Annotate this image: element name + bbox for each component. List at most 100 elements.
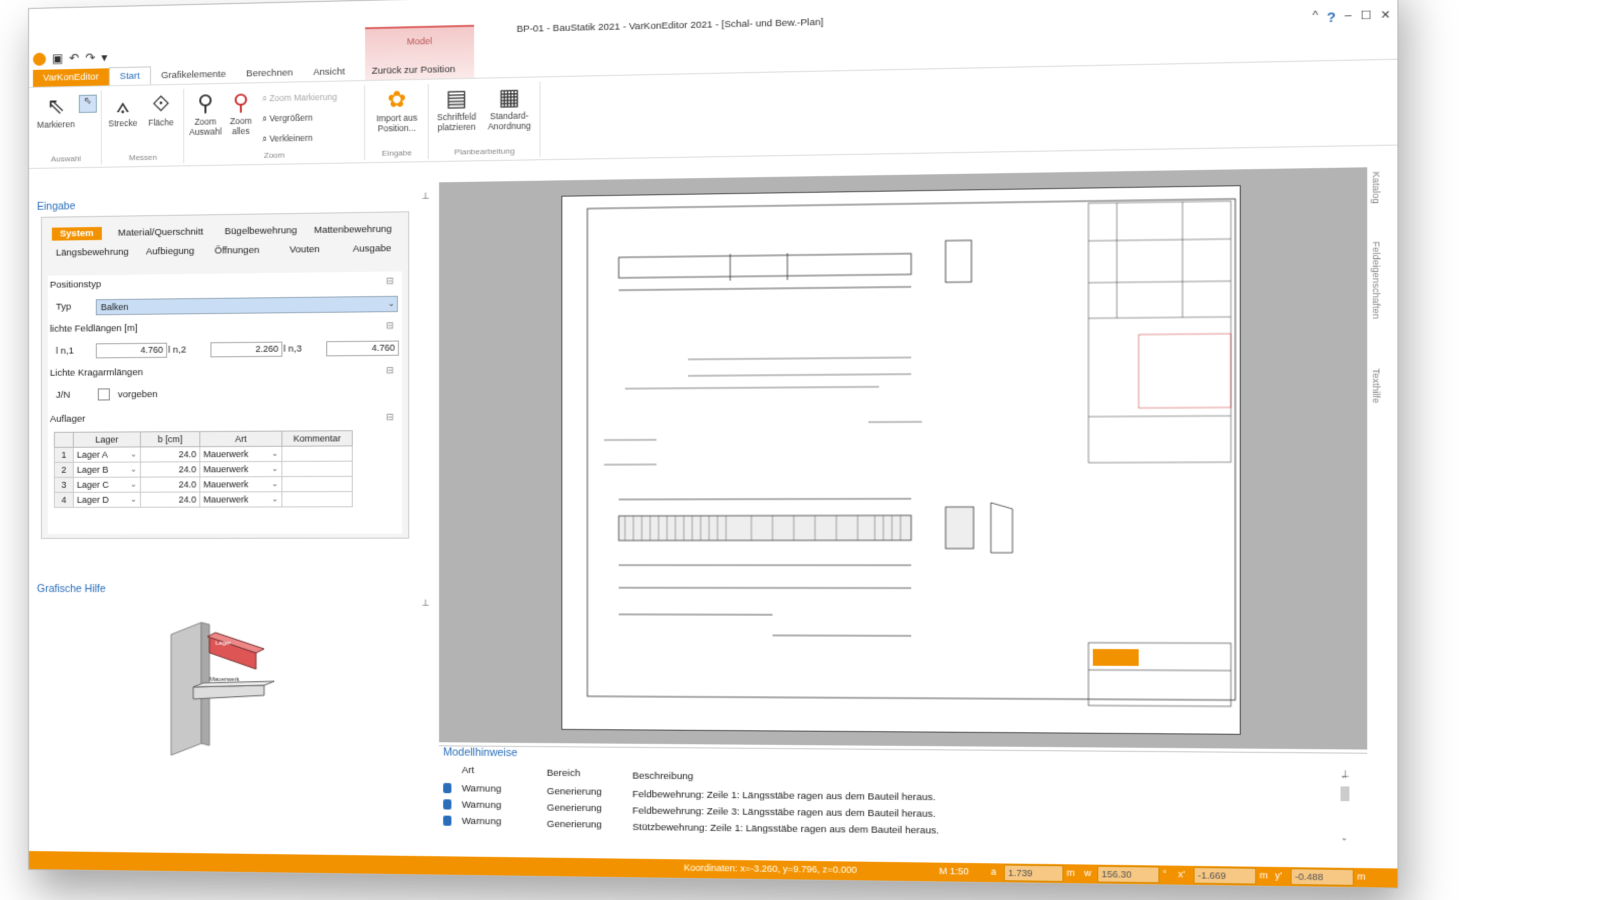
feldeigenschaften-tab[interactable]: Feldeigenschaften [1371,241,1382,319]
warnung-beschreibung[interactable]: Stützbewehrung: Zeile 1: Längsstäbe rage… [632,822,939,837]
lager-cell[interactable]: Lager C ⌄ [73,477,140,492]
warnung-art[interactable]: Warnung [462,799,502,811]
nav-tab-laengsbewehrung[interactable]: Längsbewehrung [56,247,129,259]
y-field[interactable]: -0.488 [1291,868,1354,886]
art-cell[interactable]: Mauerwerk ⌄ [200,461,282,476]
drawing-canvas[interactable] [439,167,1367,749]
doc-restore-button[interactable]: ☐ [1360,8,1371,24]
chevron-down-icon[interactable]: ⌄ [130,449,137,458]
eingabe-title: Eingabe [37,200,75,213]
chevron-down-icon[interactable]: ⌄ [130,495,137,504]
tab-start[interactable]: Start [109,66,151,85]
table-row[interactable]: 4 Lager D ⌄ 24.0 Mauerwerk ⌄ [54,492,352,508]
vergroessern-button[interactable]: ⌕ Vergrößern [262,113,313,125]
doc-close-button[interactable]: ✕ [1380,8,1390,24]
flaeche-button[interactable]: ⟐ Fläche [143,91,179,128]
art-cell[interactable]: Mauerwerk ⌄ [200,446,282,462]
standard-anordnung-button[interactable]: ▦ Standard-Anordnung [483,84,535,132]
collapse-ribbon-icon[interactable]: ^ [1312,10,1318,26]
scroll-up-icon[interactable]: ⌃ [1341,775,1352,785]
scroll-down-icon[interactable]: ⌄ [1341,833,1352,843]
pin-icon[interactable]: ⊥ [422,191,430,202]
tab-grafikelemente[interactable]: Grafikelemente [151,66,236,85]
b-cell[interactable]: 24.0 [140,492,199,507]
markieren-button[interactable]: ⇖ Markieren [37,93,75,130]
kommentar-cell[interactable] [282,476,352,491]
warnung-bereich[interactable]: Generierung [547,819,602,831]
art-cell[interactable]: Mauerwerk ⌄ [200,477,282,492]
collapse-icon[interactable]: ⊟ [386,365,394,376]
pin-icon[interactable]: ⊥ [422,598,430,609]
a-field[interactable]: 1.739 [1004,865,1064,882]
ln2-field[interactable]: 2.260 [210,342,282,358]
save-icon[interactable]: ▣ [52,51,63,65]
scroll-thumb[interactable] [1341,786,1350,801]
chevron-down-icon[interactable]: ⌄ [130,465,137,474]
b-cell[interactable]: 24.0 [140,477,199,492]
verkleinern-button[interactable]: ⌕ Verkleinern [262,133,313,145]
chevron-down-icon[interactable]: ⌄ [272,449,279,458]
ln3-field[interactable]: 4.760 [326,341,399,357]
customize-icon[interactable]: ▾ [101,50,107,64]
art-cell[interactable]: Mauerwerk ⌄ [200,492,282,507]
lager-cell[interactable]: Lager D ⌄ [73,492,140,507]
nav-tab-system[interactable]: System [52,227,102,241]
zoom-alles-button[interactable]: ⚲ Zoom alles [226,89,256,136]
nav-tab-oeffnungen[interactable]: Öffnungen [214,245,259,257]
nav-tab-ausgabe[interactable]: Ausgabe [353,243,391,255]
typ-select[interactable]: Balken ⌄ [96,296,398,315]
x-field[interactable]: -1.669 [1193,867,1256,885]
chevron-down-icon[interactable]: ⌄ [272,479,279,488]
schriftfeld-platzieren-button[interactable]: ▤ Schriftfeld platzieren [432,85,482,133]
tab-zurueck-zur-position[interactable]: Zurück zur Position [361,61,465,80]
chevron-down-icon[interactable]: ⌄ [272,464,279,473]
chevron-down-icon[interactable]: ⌄ [130,480,137,489]
tab-ansicht[interactable]: Ansicht [303,63,355,81]
nav-tab-mattenbewehrung[interactable]: Mattenbewehrung [314,224,392,236]
select-mode-button[interactable]: ⇖ [79,95,97,113]
nav-tab-material[interactable]: Material/Querschnitt [118,226,204,238]
import-aus-position-button[interactable]: ✿ Import aus Position... [370,86,423,134]
app-logo-icon[interactable] [33,52,46,65]
tab-berechnen[interactable]: Berechnen [236,64,303,83]
lager-cell[interactable]: Lager B ⌄ [73,462,140,477]
w-field[interactable]: 156.30 [1097,866,1159,884]
warnung-art[interactable]: Warnung [462,783,502,795]
warnung-beschreibung[interactable]: Feldbewehrung: Zeile 3: Längsstäbe ragen… [632,805,935,820]
plan-sheet[interactable] [561,185,1241,735]
scrollbar[interactable]: ⌃ ⌄ [1341,775,1352,839]
zoom-markierung-button[interactable]: ⌕ Zoom Markierung [262,92,337,105]
strecke-button[interactable]: ⟑ Strecke [105,92,141,129]
kommentar-cell[interactable] [282,461,352,476]
chevron-down-icon[interactable]: ⌄ [272,494,279,503]
undo-icon[interactable]: ↶ [69,51,79,65]
nav-tab-buegelbewehrung[interactable]: Bügelbewehrung [225,225,297,237]
warnung-beschreibung[interactable]: Feldbewehrung: Zeile 1: Längsstäbe ragen… [632,789,935,803]
tab-file[interactable]: VarKonEditor [33,68,109,87]
warnung-art[interactable]: Warnung [462,816,502,828]
collapse-icon[interactable]: ⊟ [386,276,394,287]
b-cell[interactable]: 24.0 [140,462,199,477]
help-icon[interactable]: ? [1327,9,1336,25]
table-row[interactable]: 3 Lager C ⌄ 24.0 Mauerwerk ⌄ [54,476,352,492]
ln1-field[interactable]: 4.760 [96,343,167,359]
warnung-bereich[interactable]: Generierung [547,786,602,798]
collapse-icon[interactable]: ⊟ [386,320,394,331]
table-row[interactable]: 2 Lager B ⌄ 24.0 Mauerwerk ⌄ [54,461,352,477]
kommentar-cell[interactable] [282,492,352,507]
auflager-table: Lager b [cm] Art Kommentar 1 Lager A ⌄ 24… [54,430,353,508]
nav-tab-aufbiegung[interactable]: Aufbiegung [146,246,194,258]
lager-cell[interactable]: Lager A ⌄ [73,447,140,462]
nav-tab-vouten[interactable]: Vouten [290,244,320,256]
collapse-icon[interactable]: ⊟ [386,412,394,423]
b-cell[interactable]: 24.0 [140,447,199,462]
texthilfe-tab[interactable]: Texthilfe [1371,368,1382,403]
table-row[interactable]: 1 Lager A ⌄ 24.0 Mauerwerk ⌄ [54,446,352,462]
warnung-bereich[interactable]: Generierung [547,802,602,814]
vorgeben-checkbox[interactable] [98,388,110,400]
kommentar-cell[interactable] [282,446,352,462]
zoom-auswahl-button[interactable]: ⚲ Zoom Auswahl [187,90,223,137]
katalog-tab[interactable]: Katalog [1371,171,1382,204]
redo-icon[interactable]: ↷ [85,51,95,65]
doc-minimize-button[interactable]: – [1345,9,1352,25]
